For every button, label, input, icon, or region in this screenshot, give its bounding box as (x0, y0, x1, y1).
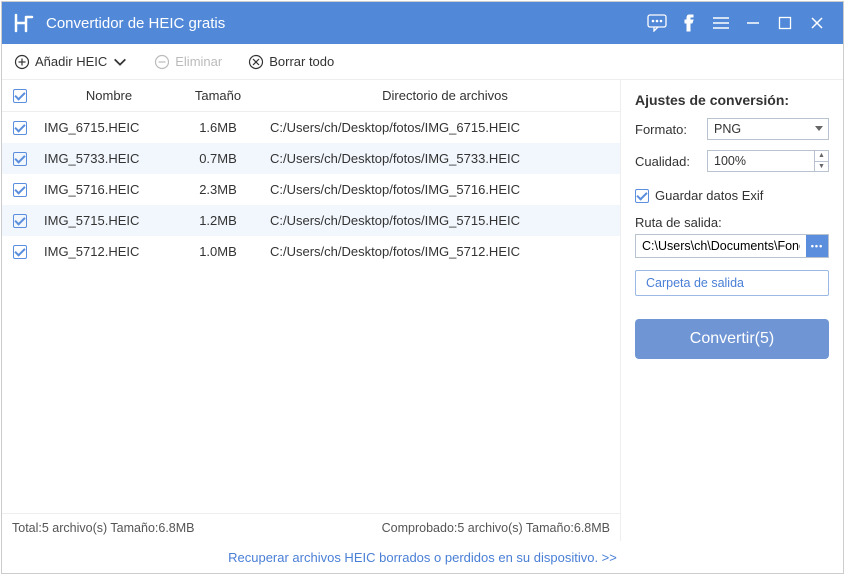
format-label: Formato: (635, 122, 707, 137)
app-window: Convertidor de HEIC gratis Añadir HEIC E… (1, 1, 844, 574)
close-icon[interactable] (801, 2, 833, 44)
row-size: 2.3MB (174, 182, 262, 197)
app-logo-icon (12, 11, 36, 35)
main-area: Nombre Tamaño Directorio de archivos IMG… (2, 80, 843, 541)
header-name: Nombre (38, 88, 174, 103)
chevron-down-icon (815, 126, 823, 131)
row-checkbox[interactable] (13, 183, 27, 197)
app-title: Convertidor de HEIC gratis (46, 15, 225, 32)
status-bar: Total:5 archivo(s) Tamaño:6.8MB Comproba… (2, 513, 620, 541)
toolbar: Añadir HEIC Eliminar Borrar todo (2, 44, 843, 80)
menu-icon[interactable] (705, 2, 737, 44)
clear-all-label: Borrar todo (269, 54, 334, 69)
footer: Recuperar archivos HEIC borrados o perdi… (2, 541, 843, 573)
chevron-down-icon (112, 54, 128, 70)
row-dir: C:/Users/ch/Desktop/fotos/IMG_5716.HEIC (262, 182, 620, 197)
row-dir: C:/Users/ch/Desktop/fotos/IMG_5712.HEIC (262, 244, 620, 259)
maximize-icon[interactable] (769, 2, 801, 44)
table-row[interactable]: IMG_5733.HEIC0.7MBC:/Users/ch/Desktop/fo… (2, 143, 620, 174)
titlebar: Convertidor de HEIC gratis (2, 2, 843, 44)
table-row[interactable]: IMG_6715.HEIC1.6MBC:/Users/ch/Desktop/fo… (2, 112, 620, 143)
output-path-row: ••• (635, 234, 829, 258)
recover-link[interactable]: Recuperar archivos HEIC borrados o perdi… (228, 550, 617, 565)
exif-checkbox[interactable] (635, 189, 649, 203)
status-checked: Comprobado:5 archivo(s) Tamaño:6.8MB (382, 521, 610, 535)
row-name: IMG_5712.HEIC (38, 244, 174, 259)
settings-panel: Ajustes de conversión: Formato: PNG Cual… (621, 80, 843, 541)
row-checkbox[interactable] (13, 121, 27, 135)
row-name: IMG_5716.HEIC (38, 182, 174, 197)
table-header: Nombre Tamaño Directorio de archivos (2, 80, 620, 112)
remove-label: Eliminar (175, 54, 222, 69)
row-checkbox[interactable] (13, 152, 27, 166)
row-size: 0.7MB (174, 151, 262, 166)
row-name: IMG_5715.HEIC (38, 213, 174, 228)
settings-heading: Ajustes de conversión: (635, 92, 829, 108)
row-checkbox[interactable] (13, 245, 27, 259)
header-dir: Directorio de archivos (262, 88, 620, 103)
exif-label: Guardar datos Exif (655, 188, 763, 203)
file-list-panel: Nombre Tamaño Directorio de archivos IMG… (2, 80, 621, 541)
row-name: IMG_6715.HEIC (38, 120, 174, 135)
table-row[interactable]: IMG_5712.HEIC1.0MBC:/Users/ch/Desktop/fo… (2, 236, 620, 267)
row-checkbox[interactable] (13, 214, 27, 228)
quality-stepper[interactable]: 100% ▲▼ (707, 150, 829, 172)
add-heic-button[interactable]: Añadir HEIC (14, 54, 128, 70)
row-dir: C:/Users/ch/Desktop/fotos/IMG_6715.HEIC (262, 120, 620, 135)
table-body: IMG_6715.HEIC1.6MBC:/Users/ch/Desktop/fo… (2, 112, 620, 513)
header-size: Tamaño (174, 88, 262, 103)
browse-button[interactable]: ••• (806, 235, 828, 257)
open-folder-button[interactable]: Carpeta de salida (635, 270, 829, 296)
quality-label: Cualidad: (635, 154, 707, 169)
feedback-icon[interactable] (641, 2, 673, 44)
output-path-input[interactable] (636, 235, 806, 257)
convert-button[interactable]: Convertir(5) (635, 319, 829, 359)
facebook-icon[interactable] (673, 2, 705, 44)
row-dir: C:/Users/ch/Desktop/fotos/IMG_5715.HEIC (262, 213, 620, 228)
add-heic-label: Añadir HEIC (35, 54, 107, 69)
select-all-checkbox[interactable] (13, 89, 27, 103)
row-dir: C:/Users/ch/Desktop/fotos/IMG_5733.HEIC (262, 151, 620, 166)
row-size: 1.6MB (174, 120, 262, 135)
row-size: 1.0MB (174, 244, 262, 259)
spin-buttons[interactable]: ▲▼ (814, 151, 828, 171)
output-label: Ruta de salida: (635, 215, 829, 230)
status-total: Total:5 archivo(s) Tamaño:6.8MB (12, 521, 195, 535)
clear-all-button[interactable]: Borrar todo (248, 54, 334, 70)
quality-value: 100% (714, 154, 746, 168)
format-value: PNG (714, 122, 741, 136)
format-select[interactable]: PNG (707, 118, 829, 140)
table-row[interactable]: IMG_5715.HEIC1.2MBC:/Users/ch/Desktop/fo… (2, 205, 620, 236)
table-row[interactable]: IMG_5716.HEIC2.3MBC:/Users/ch/Desktop/fo… (2, 174, 620, 205)
remove-button[interactable]: Eliminar (154, 54, 222, 70)
minimize-icon[interactable] (737, 2, 769, 44)
row-size: 1.2MB (174, 213, 262, 228)
row-name: IMG_5733.HEIC (38, 151, 174, 166)
